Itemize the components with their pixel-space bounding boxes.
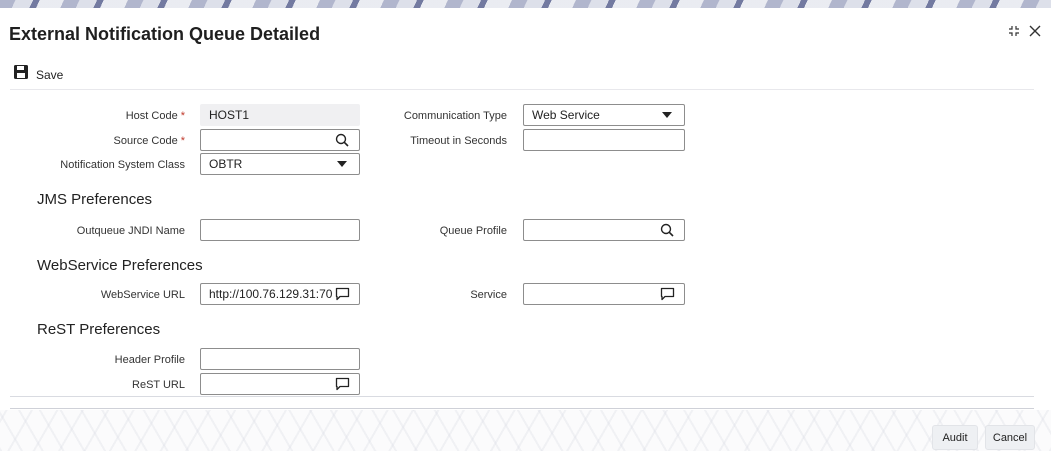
audit-button[interactable]: Audit (932, 425, 978, 450)
webservice-url-label: WebService URL (100, 289, 185, 301)
header-profile-field[interactable] (200, 348, 360, 370)
rest-url-field[interactable] (200, 373, 360, 395)
search-icon[interactable] (658, 221, 676, 239)
save-button[interactable]: Save (13, 64, 63, 85)
divider (10, 396, 1034, 397)
service-label: Service (470, 289, 507, 301)
outqueue-jndi-name-field[interactable] (200, 219, 360, 241)
outqueue-jndi-name-label: Outqueue JNDI Name (76, 225, 185, 237)
caret-down-icon (658, 106, 676, 124)
footer-bar (0, 410, 1051, 451)
save-label: Save (36, 67, 64, 82)
divider (10, 408, 1034, 409)
rest-preferences-heading: ReST Preferences (37, 321, 161, 338)
notification-system-class-label: Notification System Class (60, 159, 185, 171)
search-icon[interactable] (333, 131, 351, 149)
queue-profile-field[interactable] (523, 219, 685, 241)
timeout-field[interactable] (523, 129, 685, 151)
host-code-field: HOST1 (200, 104, 360, 126)
collapse-icon[interactable] (1007, 24, 1021, 41)
caret-down-icon (333, 155, 351, 173)
close-icon[interactable] (1029, 25, 1041, 40)
notification-system-class-select[interactable]: OBTR (200, 153, 360, 175)
rest-url-label: ReST URL (132, 379, 185, 391)
queue-profile-label: Queue Profile (439, 225, 507, 237)
page-title: External Notification Queue Detailed (9, 24, 321, 44)
speech-bubble-icon[interactable] (333, 375, 351, 393)
communication-type-select[interactable]: Web Service (523, 104, 685, 126)
speech-bubble-icon[interactable] (333, 285, 351, 303)
webservice-preferences-heading: WebService Preferences (37, 257, 203, 274)
speech-bubble-icon[interactable] (658, 285, 676, 303)
host-code-label: Host Code * (125, 110, 185, 122)
jms-preferences-heading: JMS Preferences (37, 191, 153, 208)
window-controls (1007, 24, 1041, 41)
source-code-label: Source Code * (113, 135, 186, 147)
communication-type-label: Communication Type (403, 110, 507, 122)
webservice-url-field[interactable]: http://100.76.129.31:7003 (200, 283, 360, 305)
floppy-disk-icon (13, 64, 29, 85)
header-profile-label: Header Profile (114, 354, 185, 366)
cancel-button[interactable]: Cancel (985, 425, 1035, 450)
header-banner (0, 0, 1051, 8)
timeout-label: Timeout in Seconds (410, 135, 507, 147)
source-code-field[interactable] (200, 129, 360, 151)
service-field[interactable] (523, 283, 685, 305)
